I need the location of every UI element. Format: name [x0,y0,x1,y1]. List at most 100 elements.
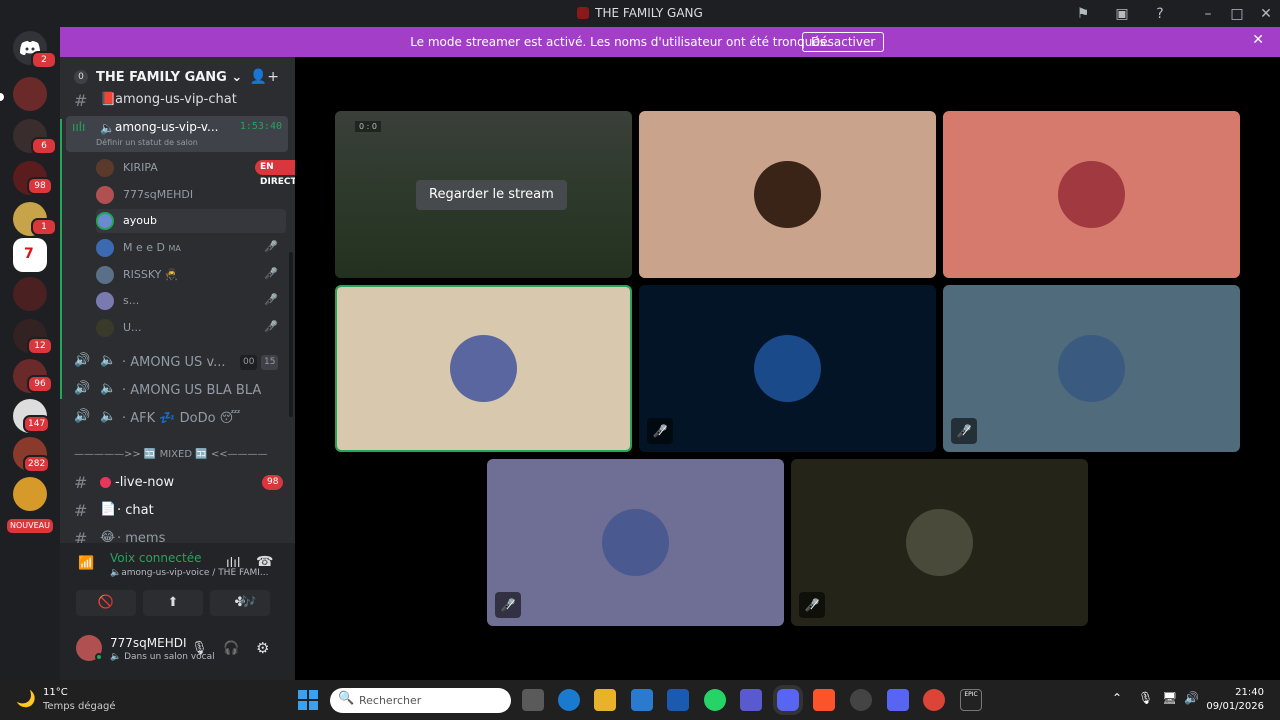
maximize-button[interactable]: □ [1227,4,1247,24]
member-name: U... [123,321,142,334]
microphone-tray-icon[interactable]: 🎙 [1138,691,1153,705]
new-badge: NOUVEAU [5,517,55,535]
avatar [96,212,114,230]
minimize-button[interactable]: – [1198,4,1218,24]
file-explorer-icon[interactable] [594,689,616,711]
network-icon[interactable]: 🖥 [1162,691,1177,705]
mail-icon[interactable] [667,689,689,711]
speaker-icon: 🔈 [100,381,117,396]
server-icon[interactable]: 7 [13,238,47,272]
muted-mic-icon: 🎤̸ [264,267,278,280]
channel-item[interactable]: # 📕 among-us-vip-chat [60,91,295,110]
server-icon[interactable]: 96 [13,359,53,393]
watch-stream-button[interactable]: Regarder le stream [416,180,567,210]
sidebar-scrollbar[interactable] [289,252,293,417]
screen-share-button[interactable]: ⬆ [143,590,203,616]
voice-member[interactable]: RISSKY 🥷 🎤̸ [96,263,286,287]
weather-temp: 11°C [43,687,68,698]
participant-tile[interactable]: 🎤̸ [487,459,784,626]
participant-tile[interactable] [639,111,936,278]
avatar [96,159,114,177]
volume-icon[interactable]: 🔊 [1184,691,1199,705]
chrome-icon[interactable] [923,689,945,711]
help-icon[interactable]: ? [1150,4,1170,24]
discord-alt-icon[interactable] [887,689,909,711]
voice-channel-name: among-us-vip-v... [115,120,219,134]
participant-tile-speaking[interactable] [335,285,632,452]
task-view-icon[interactable] [522,689,544,711]
voice-member[interactable]: KIRIPA EN DIRECT [96,156,295,187]
voice-channel-item[interactable]: 🔊 🔈 · AMONG US BLA BLA [60,381,295,401]
settings-icon[interactable]: ⚙ [256,639,269,657]
channel-name: chat [125,503,154,518]
discord-home-icon[interactable]: 2 [13,31,57,69]
channel-item[interactable]: # 📄 · chat [60,501,295,521]
participant-tile[interactable]: 🎤̸ [639,285,936,452]
server-icon[interactable]: 98 [13,161,53,195]
server-icon[interactable]: 12 [13,319,53,355]
guild-name: THE FAMILY GANG ⌄ [96,70,242,85]
screen-share-icon[interactable]: ▣ [1112,4,1132,24]
voice-channel-item[interactable]: 🔊 🔈 · AMONG US v... 00 15 [60,353,295,373]
server-seven-icon: 7 [24,246,34,262]
voice-user-panel: 📶 Voix connectée 🔈among-us-vip-voice / T… [60,543,295,680]
noise-suppression-icon[interactable]: ılıl [226,556,240,571]
server-icon[interactable]: 6 [13,119,57,155]
server-icon[interactable] [13,477,47,511]
windows-start-icon[interactable] [297,689,319,711]
flag-icon[interactable]: ⚑ [1073,4,1093,24]
participant-tile[interactable]: 🎤̸ [791,459,1088,626]
edge-icon[interactable] [558,689,580,711]
search-icon: 🔍 [338,691,355,706]
participant-tile[interactable]: 🎤̸ [943,285,1240,452]
microphone-icon[interactable]: 🎙 [191,641,208,656]
voice-member[interactable]: M e e D MA 🎤̸ [96,236,286,260]
server-icon[interactable] [13,277,47,311]
voice-member[interactable]: s... 🎤̸ [96,289,286,313]
whatsapp-icon[interactable] [704,689,726,711]
brave-icon[interactable] [813,689,835,711]
set-status-link[interactable]: Définir un statut de salon [96,138,198,147]
taskbar-search[interactable]: 🔍 Rechercher [330,688,511,713]
voice-member[interactable]: U... 🎤̸ [96,316,286,340]
speaker-icon: 🔈 [100,353,117,368]
deactivate-button[interactable]: Désactiver [802,32,885,52]
server-icon[interactable]: 1 [13,202,57,236]
stream-tile[interactable]: 0 : 0 Regarder le stream [335,111,632,278]
active-voice-channel[interactable]: ıılı 🔈 among-us-vip-v... 1:53:40 Définir… [66,116,288,152]
discord-taskbar-icon[interactable] [777,689,799,711]
clock-date: 09/01/2026 [1206,701,1264,712]
soundboard-button[interactable] [277,590,287,616]
chevron-up-icon[interactable]: ⌃ [1112,691,1122,705]
add-member-icon[interactable]: 👤+ [250,69,279,85]
voice-activity-icon: ıılı [72,120,86,134]
avatar [96,319,114,337]
store-icon[interactable] [631,689,653,711]
teams-icon[interactable] [740,689,762,711]
voice-member[interactable]: 777sqMEHDI [96,183,286,207]
user-limit: 15 [261,355,279,370]
participant-tile[interactable] [943,111,1240,278]
voice-channel-item[interactable]: 🔊 🔈 · AFK 💤 DoDo 😴 [60,409,295,429]
headphones-icon[interactable]: 🎧 [223,641,239,656]
channel-item[interactable]: # -live-now 98 [60,473,295,493]
close-window-button[interactable]: ✕ [1256,4,1276,24]
server-icon[interactable] [13,77,47,111]
member-name: M e e D MA [123,241,181,254]
disconnect-icon[interactable]: ☎ [256,554,273,570]
guild-name-text: THE FAMILY GANG [96,70,227,85]
chatgpt-icon[interactable] [850,689,872,711]
voice-location: 🔈among-us-vip-voice / THE FAMI... [110,568,269,578]
voice-member[interactable]: ayoub [96,209,286,233]
category-header[interactable]: —————>> 🈁 MIXED 🈁 <<———— [60,449,295,465]
close-icon[interactable]: ✕ [1252,32,1264,48]
epic-games-icon[interactable]: EPIC [960,689,982,711]
server-icon[interactable]: 147 [13,399,51,433]
title-bar: THE FAMILY GANG ⚑ ▣ ? – □ ✕ [0,0,1280,27]
moon-weather-icon: 🌙 [16,689,36,708]
muted-mic-icon: 🎤̸ [264,240,278,253]
muted-mic-icon: 🎤̸ [495,592,521,618]
red-dot-icon [100,477,111,488]
server-icon[interactable]: 282 [13,437,51,473]
camera-off-button[interactable]: 🚫 [76,590,136,616]
